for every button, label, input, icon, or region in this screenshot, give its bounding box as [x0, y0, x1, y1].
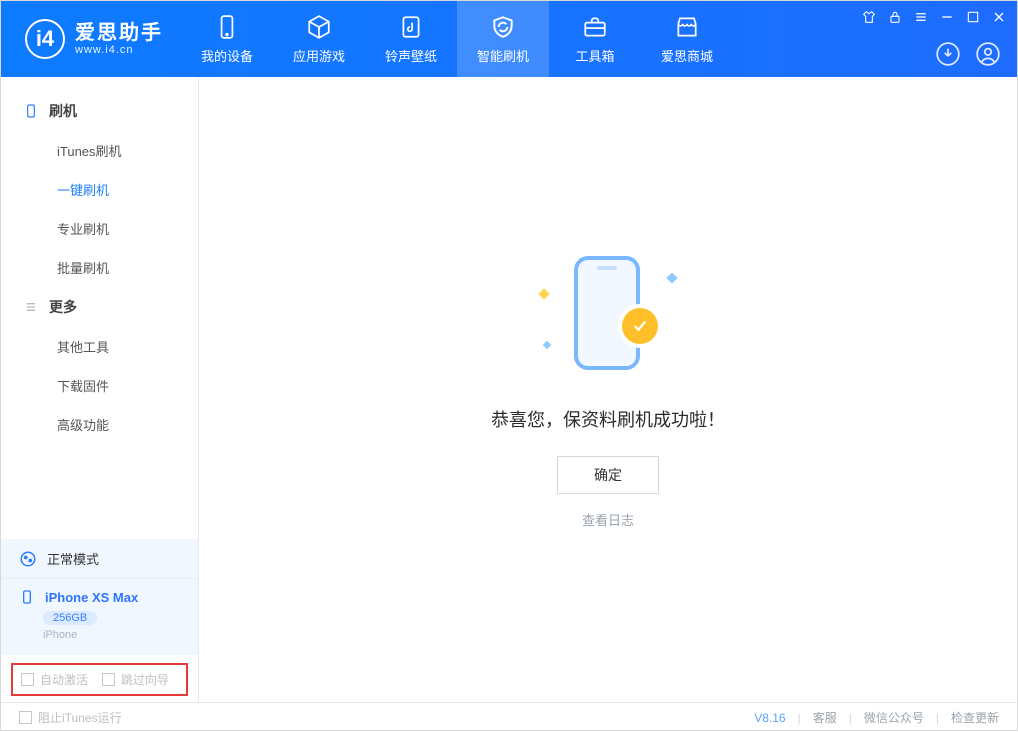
phone-icon — [214, 14, 240, 40]
sidebar-group-flash: 刷机 — [1, 91, 198, 131]
success-illustration — [538, 250, 678, 380]
sidebar-item-itunes-flash[interactable]: iTunes刷机 — [1, 131, 198, 170]
sidebar-item-batch-flash[interactable]: 批量刷机 — [1, 248, 198, 287]
device-type: iPhone — [43, 629, 180, 641]
tab-store[interactable]: 爱思商城 — [641, 1, 733, 77]
sidebar: 刷机 iTunes刷机 一键刷机 专业刷机 批量刷机 更多 其他工具 下载固件 … — [1, 77, 199, 702]
sparkle-icon — [538, 288, 549, 299]
list-icon — [23, 299, 39, 315]
app-name: 爱思助手 — [75, 22, 163, 44]
sparkle-icon — [543, 341, 551, 349]
tab-ringtone[interactable]: 铃声壁纸 — [365, 1, 457, 77]
close-icon[interactable] — [991, 9, 1007, 25]
checkbox-icon — [21, 673, 34, 686]
main-tabs: 我的设备 应用游戏 铃声壁纸 智能刷机 工具箱 爱思商城 — [181, 1, 733, 77]
flash-options-highlight: 自动激活 跳过向导 — [11, 663, 188, 696]
toolbox-icon — [582, 14, 608, 40]
minimize-icon[interactable] — [939, 9, 955, 25]
store-icon — [674, 14, 700, 40]
account-controls — [935, 41, 1001, 67]
main-content: 恭喜您，保资料刷机成功啦！ 确定 查看日志 — [199, 77, 1017, 702]
refresh-shield-icon — [490, 14, 516, 40]
tab-smart-flash[interactable]: 智能刷机 — [457, 1, 549, 77]
device-mode[interactable]: 正常模式 — [1, 539, 198, 579]
maximize-icon[interactable] — [965, 9, 981, 25]
checkbox-icon — [102, 673, 115, 686]
cube-icon — [306, 14, 332, 40]
phone-small-icon — [23, 103, 39, 119]
sidebar-footer: 正常模式 iPhone XS Max 256GB iPhone 自动激活 跳过向… — [1, 539, 198, 702]
user-icon[interactable] — [975, 41, 1001, 67]
tab-toolbox[interactable]: 工具箱 — [549, 1, 641, 77]
download-icon[interactable] — [935, 41, 961, 67]
device-storage: 256GB — [43, 611, 97, 625]
header: i4 爱思助手 www.i4.cn 我的设备 应用游戏 铃声壁纸 智能刷机 工具… — [1, 1, 1017, 77]
checkbox-skip-guide[interactable]: 跳过向导 — [102, 671, 169, 688]
sidebar-scroll: 刷机 iTunes刷机 一键刷机 专业刷机 批量刷机 更多 其他工具 下载固件 … — [1, 77, 198, 539]
app-url: www.i4.cn — [75, 44, 163, 56]
tab-apps[interactable]: 应用游戏 — [273, 1, 365, 77]
menu-icon[interactable] — [913, 9, 929, 25]
normal-mode-icon — [19, 550, 37, 568]
ok-button[interactable]: 确定 — [557, 456, 659, 494]
sidebar-item-other-tools[interactable]: 其他工具 — [1, 327, 198, 366]
view-log-link[interactable]: 查看日志 — [582, 510, 634, 529]
sparkle-icon — [666, 272, 677, 283]
device-name-row: iPhone XS Max — [19, 589, 180, 605]
logo-icon: i4 — [25, 19, 65, 59]
checkbox-block-itunes[interactable]: 阻止iTunes运行 — [19, 709, 122, 726]
shirt-icon[interactable] — [861, 9, 877, 25]
sidebar-item-advanced[interactable]: 高级功能 — [1, 405, 198, 444]
sidebar-group-more: 更多 — [1, 287, 198, 327]
checkbox-icon — [19, 711, 32, 724]
footer-link-update[interactable]: 检查更新 — [951, 709, 999, 726]
device-name: iPhone XS Max — [45, 590, 138, 605]
device-panel[interactable]: iPhone XS Max 256GB iPhone — [1, 579, 198, 655]
footer-link-wechat[interactable]: 微信公众号 — [864, 709, 924, 726]
sidebar-item-oneclick-flash[interactable]: 一键刷机 — [1, 170, 198, 209]
checkbox-auto-activate[interactable]: 自动激活 — [21, 671, 88, 688]
check-badge-icon — [622, 308, 658, 344]
version-label: V8.16 — [754, 711, 785, 725]
footer-link-cs[interactable]: 客服 — [813, 709, 837, 726]
tab-my-device[interactable]: 我的设备 — [181, 1, 273, 77]
window-controls — [861, 9, 1007, 25]
sidebar-item-download-fw[interactable]: 下载固件 — [1, 366, 198, 405]
lock-icon[interactable] — [887, 9, 903, 25]
logo-text: 爱思助手 www.i4.cn — [75, 22, 163, 56]
footer: 阻止iTunes运行 V8.16 | 客服 | 微信公众号 | 检查更新 — [1, 702, 1017, 732]
logo[interactable]: i4 爱思助手 www.i4.cn — [1, 1, 181, 77]
music-file-icon — [398, 14, 424, 40]
device-icon — [19, 589, 35, 605]
sidebar-item-pro-flash[interactable]: 专业刷机 — [1, 209, 198, 248]
body: 刷机 iTunes刷机 一键刷机 专业刷机 批量刷机 更多 其他工具 下载固件 … — [1, 77, 1017, 702]
success-message: 恭喜您，保资料刷机成功啦！ — [491, 406, 725, 432]
